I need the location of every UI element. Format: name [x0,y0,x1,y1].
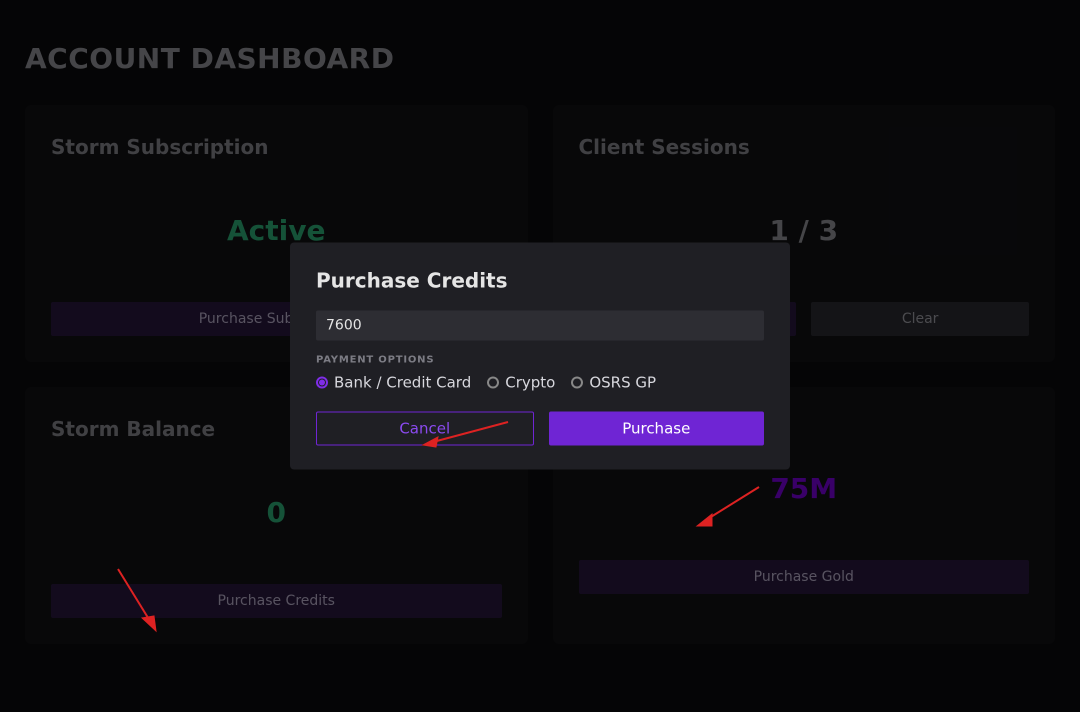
radio-crypto-label: Crypto [505,374,555,392]
radio-crypto[interactable] [487,377,499,389]
radio-osrs[interactable] [571,377,583,389]
purchase-credits-modal: Purchase Credits PAYMENT OPTIONS Bank / … [290,243,790,470]
purchase-button[interactable]: Purchase [549,412,765,446]
cancel-button[interactable]: Cancel [316,412,534,446]
radio-bank[interactable] [316,377,328,389]
modal-title: Purchase Credits [316,269,764,293]
radio-osrs-label: OSRS GP [589,374,656,392]
payment-options-label: PAYMENT OPTIONS [316,355,764,366]
credits-amount-input[interactable] [316,311,764,341]
radio-bank-label: Bank / Credit Card [334,374,471,392]
